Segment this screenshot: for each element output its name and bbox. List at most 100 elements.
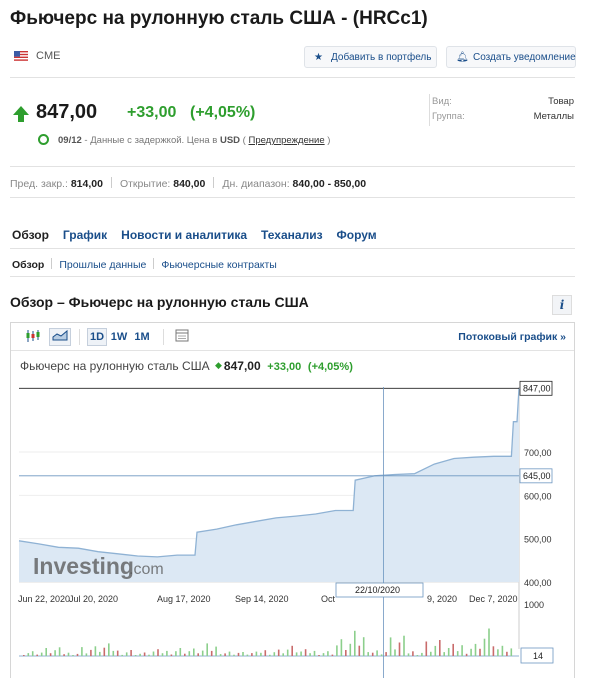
x-tick-label: 9, 2020 [427,594,457,604]
exchange-name: CME [36,50,61,62]
volume-bar [251,653,253,656]
divider [10,248,575,249]
price-chart[interactable]: 700,00 600,00 500,00 400,00 Jun 22, 2020Jul… [11,379,574,678]
volume-bar [367,652,369,656]
chart-change-percent: (+4,05%) [307,361,353,373]
volume-bar [143,652,146,656]
candlestick-icon[interactable] [23,328,43,346]
meta-divider [429,94,430,126]
divider [10,77,575,78]
crosshair-date-label: 22/10/2020 [355,585,400,595]
volume-bar [407,653,410,656]
period-1w-button[interactable]: 1W [108,328,130,346]
volume-bar [425,641,428,656]
volume-bar [166,650,168,656]
volume-bar [398,642,401,656]
tab-forum[interactable]: Форум [337,228,377,242]
volume-bar [461,645,463,656]
volume-bar [36,654,38,656]
price-label: 847,00 [523,383,551,393]
volume-bar [72,655,74,656]
chart-toolbar: 1D 1W 1M Потоковый график » [11,323,574,351]
volume-bar [76,653,79,656]
main-tabs: Обзор График Новости и аналитика Теханализ Ф… [12,228,391,242]
volume-bar [121,654,123,656]
tab-overview[interactable]: Обзор [12,228,49,242]
volume-bar [219,654,222,656]
volume-bar [488,628,490,656]
instrument-meta: Вид: Товар Группа: Металлы [432,94,574,124]
volume-bar [497,649,499,656]
subtab-historical[interactable]: Прошлые данные [59,259,146,271]
volume-bar [242,652,244,656]
settings-panel-icon[interactable] [171,328,193,346]
divider [10,166,575,167]
create-alert-button[interactable]: 🔔︎ Создать уведомление [446,46,576,68]
volume-bar [228,651,231,656]
volume-bar [139,653,141,656]
volume-bar [331,654,334,656]
volume-bar [246,654,249,656]
area-chart-icon[interactable] [49,328,71,346]
watermark-suffix: .com [129,561,164,578]
tab-news[interactable]: Новости и аналитика [121,228,247,242]
page-title: Фьючерс на рулонную сталь США - (HRCc1) [10,8,428,29]
volume-bar [157,649,159,656]
type-label: Вид: [432,96,452,107]
volume-bar [273,652,276,656]
volume-bar [479,648,481,656]
volume-bar [67,652,70,656]
quote-date: 09/12 [58,135,82,146]
subtab-overview[interactable]: Обзор [12,259,44,271]
volume-bar [412,651,414,656]
volume-bar [282,653,284,656]
volume-bar [31,651,34,656]
volume-bar [456,651,459,656]
volume-bar [340,639,343,656]
volume-bar [170,654,173,656]
volume-bar [421,652,423,656]
tab-chart[interactable]: График [63,228,107,242]
volume-bar [376,650,378,656]
volume-bar [269,654,271,656]
period-1m-button[interactable]: 1M [131,328,153,346]
volume-bar [295,652,298,656]
add-to-portfolio-button[interactable]: ★ Добавить в портфель [304,46,437,68]
x-tick-label: Sep 14, 2020 [235,594,289,604]
volume-bar [27,653,30,656]
volume-bar [389,637,392,656]
chart-instrument-name: Фьючерс на рулонную сталь США [20,359,210,373]
volume-bar [116,650,119,656]
volume-bar [188,651,191,656]
disclaimer-link[interactable]: Предупреждение [249,135,325,146]
group-value: Металлы [533,111,574,122]
y-tick-label: 600,00 [524,491,552,501]
period-1d-button[interactable]: 1D [87,328,107,346]
delay-text-paren: ( [240,135,249,146]
volume-bar [90,649,92,657]
tab-technical[interactable]: Теханализ [261,228,322,242]
x-tick-label: Jun 22, 2020 [18,594,70,604]
type-value: Товар [548,96,574,107]
info-button[interactable]: i [552,295,572,315]
volume-bar [255,651,258,656]
volume-bar [40,652,43,656]
volume-bar [447,648,450,656]
volume-bar [443,652,445,656]
volume-bar [184,653,186,656]
volume-bar [94,646,97,657]
volume-bar [85,653,88,656]
volume-bar [358,645,361,656]
quote-stats: Пред. закр.: 814,00 Открытие: 840,00 Дн. д… [10,177,366,190]
x-tick-label: Oct [321,594,336,604]
group-label: Группа: [432,111,465,122]
divider [10,197,575,198]
volume-bar [349,643,352,656]
volume-bar [501,645,504,656]
prev-close-label: Пред. закр.: [10,178,68,190]
volume-bar [336,645,338,656]
volume-bar [506,651,508,656]
volume-label: 14 [533,651,543,661]
subtab-contracts[interactable]: Фьючерсные контракты [161,259,277,271]
streaming-chart-link[interactable]: Потоковый график » [458,331,566,343]
